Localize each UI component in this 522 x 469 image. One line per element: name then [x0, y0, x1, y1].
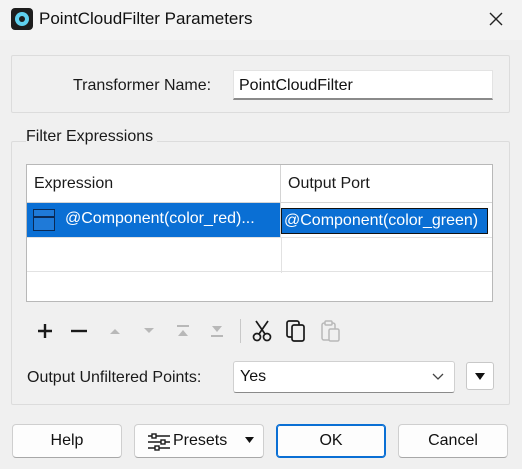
transformer-name-input[interactable]: PointCloudFilter — [233, 70, 493, 100]
sliders-icon — [148, 433, 170, 451]
move-down-button[interactable] — [136, 318, 162, 344]
table-row-expression-cell[interactable]: @Component(color_red)... — [27, 203, 281, 237]
column-header-output-port[interactable]: Output Port — [281, 165, 492, 203]
move-down-icon — [144, 328, 154, 333]
column-divider — [281, 238, 282, 273]
chevron-down-icon — [432, 369, 444, 384]
filter-expressions-title: Filter Expressions — [26, 128, 158, 146]
triangle-down-icon — [475, 373, 485, 380]
toolbar-separator — [240, 319, 241, 343]
copy-icon — [286, 320, 305, 342]
output-port-editor[interactable]: @Component(color_green) — [281, 208, 488, 234]
move-top-icon — [177, 325, 189, 336]
paste-button[interactable] — [318, 318, 344, 344]
ok-button[interactable]: OK — [276, 424, 386, 458]
window-title: PointCloudFilter Parameters — [39, 9, 253, 28]
move-top-button[interactable] — [170, 318, 196, 344]
move-bottom-icon — [211, 326, 223, 337]
move-bottom-button[interactable] — [204, 318, 230, 344]
title-bar: PointCloudFilter Parameters — [0, 0, 522, 40]
presets-button[interactable]: Presets — [134, 424, 264, 458]
output-unfiltered-value: Yes — [240, 368, 267, 385]
copy-button[interactable] — [283, 318, 309, 344]
output-port-text: @Component(color_green) — [284, 212, 479, 229]
plus-icon — [38, 324, 52, 338]
expression-text: @Component(color_red)... — [65, 210, 255, 227]
close-button[interactable] — [480, 4, 512, 34]
cut-button[interactable] — [249, 318, 275, 344]
table-row-output-port-cell[interactable]: @Component(color_green) — [281, 203, 492, 237]
cut-icon — [252, 320, 272, 342]
app-icon — [11, 8, 33, 30]
paste-icon — [321, 320, 340, 342]
output-unfiltered-select[interactable]: Yes — [233, 361, 455, 393]
expression-editor-icon[interactable] — [33, 209, 55, 231]
cancel-button[interactable]: Cancel — [398, 424, 508, 458]
minus-icon — [71, 329, 87, 333]
column-header-expression[interactable]: Expression — [27, 165, 281, 203]
close-icon — [489, 12, 503, 26]
table-row-empty[interactable] — [27, 237, 492, 273]
add-row-button[interactable] — [32, 318, 58, 344]
remove-row-button[interactable] — [66, 318, 92, 344]
move-up-button[interactable] — [102, 318, 128, 344]
expressions-table[interactable]: Expression Output Port @Component(color_… — [26, 164, 493, 302]
output-unfiltered-label: Output Unfiltered Points: — [27, 369, 202, 386]
transformer-name-label: Transformer Name: — [73, 77, 212, 94]
presets-label: Presets — [173, 432, 228, 449]
output-unfiltered-options-button[interactable] — [466, 362, 494, 390]
move-up-icon — [110, 329, 120, 334]
help-button[interactable]: Help — [12, 424, 122, 458]
caret-down-icon — [245, 425, 254, 457]
